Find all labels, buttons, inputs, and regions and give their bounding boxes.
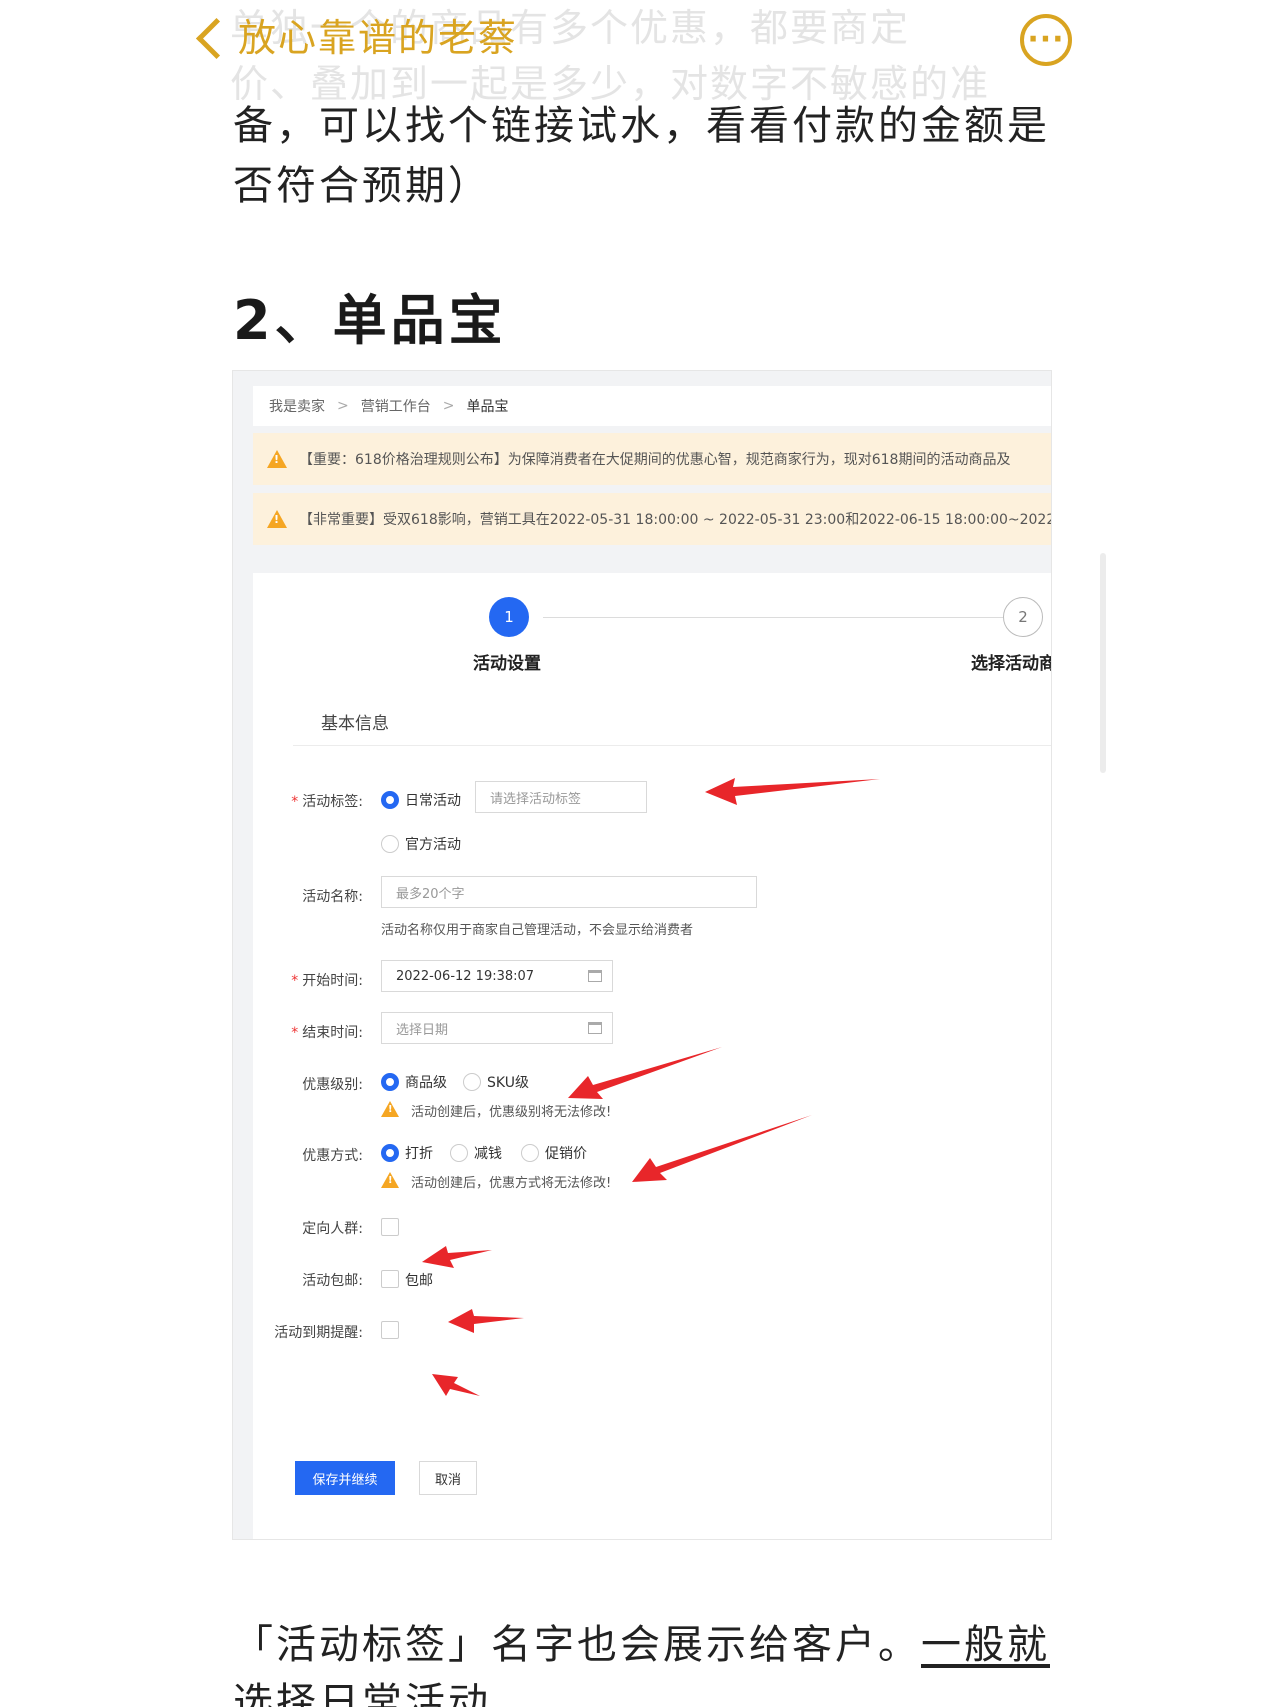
bottom-text: 「活动标签」名字也会展示给客户。 <box>233 1622 921 1668</box>
breadcrumb: 我是卖家 > 营销工作台 > 单品宝 <box>253 386 1051 426</box>
author-name[interactable]: 放心靠谱的老蔡 <box>238 12 518 64</box>
notice-text: 【重要：618价格治理规则公布】为保障消费者在大促期间的优惠心智，规范商家行为，… <box>299 452 1011 468</box>
radio-promo-price[interactable] <box>521 1144 539 1162</box>
section-title: 2、单品宝 <box>233 289 507 352</box>
radio-reduce[interactable] <box>450 1144 468 1162</box>
reminder-checkbox[interactable] <box>381 1321 399 1339</box>
level-warning: 活动创建后，优惠级别将无法修改! <box>411 1105 612 1120</box>
radio-official-activity[interactable] <box>381 835 399 853</box>
scrollbar[interactable] <box>1100 553 1106 773</box>
stepper-line <box>543 617 1003 618</box>
step-2-label: 选择活动商 <box>971 654 1052 674</box>
crowd-checkbox[interactable] <box>381 1218 399 1236</box>
radio-sku-level[interactable] <box>463 1073 481 1091</box>
cancel-button[interactable]: 取消 <box>419 1461 477 1495</box>
bottom-paragraph: 「活动标签」名字也会展示给客户。一般就 选择日常活动 <box>233 1616 1063 1707</box>
activity-tag-select[interactable]: 请选择活动标签 <box>475 781 647 813</box>
breadcrumb-item-marketing[interactable]: 营销工作台 <box>361 396 431 416</box>
name-hint: 活动名称仅用于商家自己管理活动，不会显示给消费者 <box>381 923 694 938</box>
notice-banner-2: 【非常重要】受双618影响，营销工具在2022-05-31 18:00:00 ~… <box>253 493 1052 545</box>
radio-product-level-label: 商品级 <box>405 1075 447 1091</box>
shipping-checkbox[interactable] <box>381 1270 399 1288</box>
radio-official-label: 官方活动 <box>405 837 461 853</box>
breadcrumb-separator: > <box>337 398 349 414</box>
level-label: 优惠级别: <box>302 1077 363 1093</box>
radio-promo-price-label: 促销价 <box>545 1146 587 1162</box>
radio-discount-label: 打折 <box>405 1146 433 1162</box>
basic-info-title: 基本信息 <box>321 714 389 734</box>
breadcrumb-separator: > <box>442 398 455 414</box>
paragraph-line-1: 备，可以找个链接试水，看看付款的金额是 <box>233 103 1050 149</box>
article-paragraph: 备，可以找个链接试水，看看付款的金额是 否符合预期） <box>233 96 1053 216</box>
top-bar: 放心靠谱的老蔡 ··· <box>0 0 1280 80</box>
calendar-icon[interactable] <box>588 1022 602 1034</box>
reminder-label: 活动到期提醒: <box>274 1325 363 1341</box>
warning-icon <box>381 1101 399 1117</box>
start-time-value: 2022-06-12 19:38:07 <box>396 968 535 984</box>
step-1-indicator: 1 <box>489 597 529 637</box>
bottom-line-1: 「活动标签」名字也会展示给客户。一般就 <box>233 1616 1063 1674</box>
paragraph-line-2: 否符合预期） <box>233 163 491 209</box>
crowd-label: 定向人群: <box>302 1221 363 1237</box>
radio-discount[interactable] <box>381 1144 399 1162</box>
radio-daily-label: 日常活动 <box>405 793 461 809</box>
breadcrumb-item-current: 单品宝 <box>466 399 509 415</box>
start-time-label: * 开始时间: <box>291 973 363 989</box>
radio-reduce-label: 减钱 <box>474 1146 502 1162</box>
end-time-placeholder: 选择日期 <box>396 1022 449 1038</box>
warning-icon <box>381 1172 399 1188</box>
end-time-input[interactable]: 选择日期 <box>381 1012 613 1044</box>
end-time-label: * 结束时间: <box>291 1025 363 1041</box>
radio-sku-level-label: SKU级 <box>487 1075 529 1091</box>
breadcrumb-item-seller[interactable]: 我是卖家 <box>269 396 325 416</box>
step-1-label: 活动设置 <box>473 654 541 674</box>
tag-label: * 活动标签: <box>291 794 363 810</box>
method-warning: 活动创建后，优惠方式将无法修改! <box>411 1176 612 1191</box>
method-label: 优惠方式: <box>302 1148 363 1164</box>
name-label: 活动名称: <box>302 889 363 905</box>
notice-banner-1: 【重要：618价格治理规则公布】为保障消费者在大促期间的优惠心智，规范商家行为，… <box>253 433 1051 485</box>
divider <box>293 745 1051 746</box>
activity-name-input[interactable]: 最多20个字 <box>381 876 757 908</box>
radio-daily-activity[interactable] <box>381 791 399 809</box>
form-panel: 1 2 活动设置 选择活动商 基本信息 * 活动标签: 日常活动 请选择活动标签 … <box>253 573 1052 1539</box>
notice-text: 【非常重要】受双618影响，营销工具在2022-05-31 18:00:00 ~… <box>299 512 1052 528</box>
step-2-indicator: 2 <box>1003 597 1043 637</box>
bottom-underlined-text: 一般就 <box>921 1622 1050 1668</box>
save-continue-button[interactable]: 保存并继续 <box>295 1461 395 1495</box>
calendar-icon[interactable] <box>588 970 602 982</box>
radio-product-level[interactable] <box>381 1073 399 1091</box>
more-options-icon[interactable]: ··· <box>1020 14 1072 66</box>
embedded-screenshot: 我是卖家 > 营销工作台 > 单品宝 【重要：618价格治理规则公布】为保障消费… <box>232 370 1052 1540</box>
back-chevron-icon[interactable] <box>190 12 230 66</box>
start-time-input[interactable]: 2022-06-12 19:38:07 <box>381 960 613 992</box>
shipping-label: 活动包邮: <box>302 1273 363 1289</box>
warning-icon <box>267 510 287 528</box>
warning-icon <box>267 450 287 468</box>
bottom-line-2: 选择日常活动 <box>233 1680 491 1707</box>
shipping-option-label: 包邮 <box>405 1273 433 1289</box>
